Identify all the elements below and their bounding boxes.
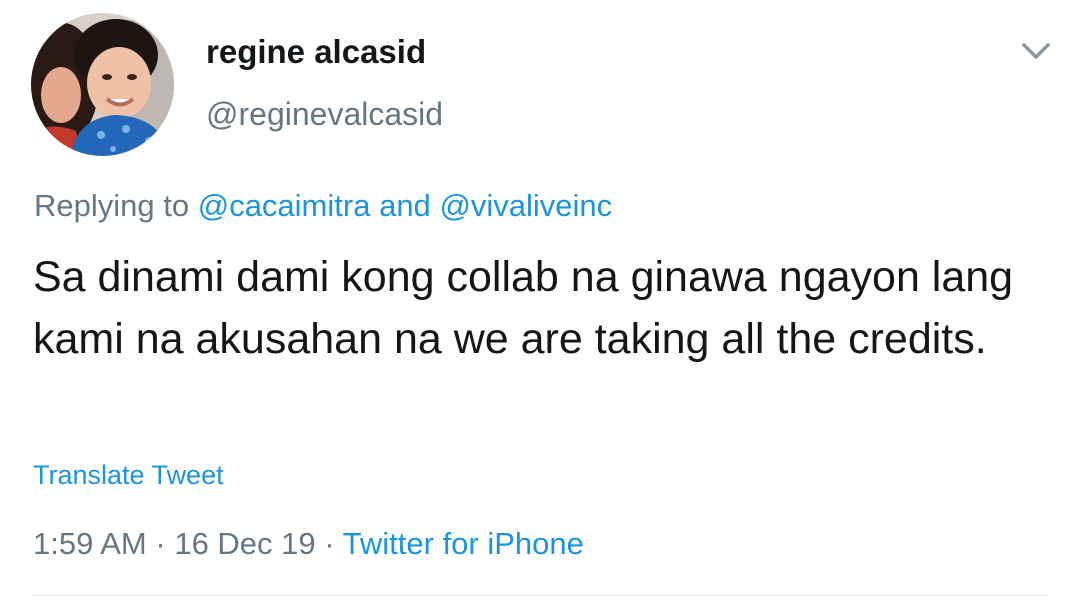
tweet-source-link[interactable]: Twitter for iPhone <box>343 526 584 561</box>
reply-connector[interactable]: and <box>379 188 431 223</box>
translate-tweet-link[interactable]: Translate Tweet <box>33 458 224 492</box>
user-handle[interactable]: @reginevalcasid <box>206 94 443 134</box>
display-name[interactable]: regine alcasid <box>206 32 426 72</box>
avatar-photo <box>31 13 174 156</box>
tweet-metadata: 1:59 AM · 16 Dec 19 · Twitter for iPhone <box>33 524 584 564</box>
chevron-down-icon[interactable] <box>1014 34 1058 68</box>
divider <box>33 595 1048 596</box>
mention-link[interactable]: @vivaliveinc <box>439 188 612 223</box>
meta-separator: · <box>324 526 335 561</box>
tweet-text: Sa dinami dami kong collab na ginawa nga… <box>33 253 1014 363</box>
reply-prefix: Replying to <box>34 188 190 223</box>
meta-separator: · <box>155 526 166 561</box>
mention-link[interactable]: @cacaimitra <box>198 188 371 223</box>
tweet-time[interactable]: 1:59 AM <box>33 526 147 561</box>
replying-to: Replying to @cacaimitra and @vivaliveinc <box>34 186 612 226</box>
tweet-date[interactable]: 16 Dec 19 <box>174 526 315 561</box>
avatar[interactable] <box>31 13 174 156</box>
